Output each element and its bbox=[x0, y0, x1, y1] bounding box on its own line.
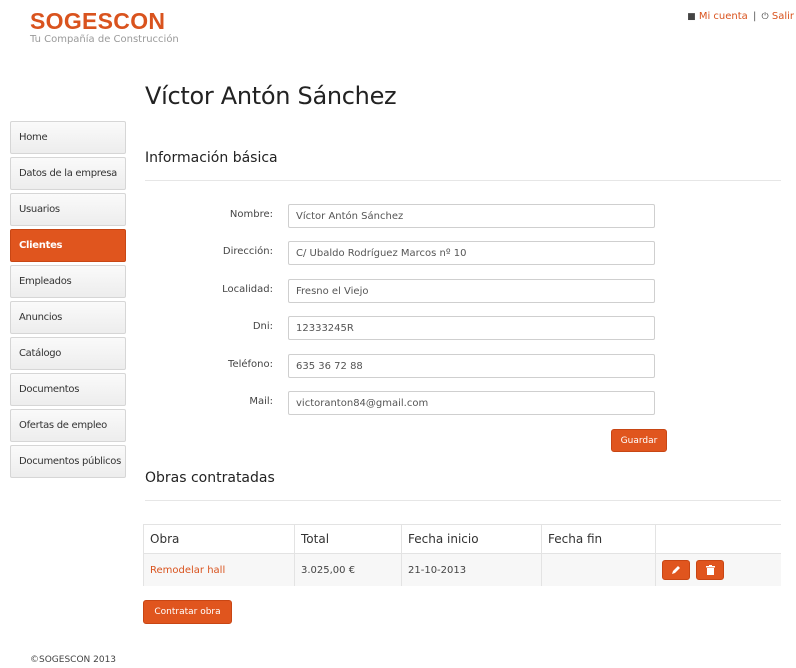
column-header-start-date: Fecha inicio bbox=[401, 524, 542, 554]
dni-field[interactable] bbox=[288, 316, 655, 340]
page-title: Víctor Antón Sánchez bbox=[145, 82, 397, 110]
table-row: Remodelar hall 3.025,00 € 21-10-2013 bbox=[143, 553, 781, 586]
my-account-link[interactable]: Mi cuenta bbox=[699, 11, 748, 22]
save-button[interactable]: Guardar bbox=[611, 429, 667, 452]
column-header-total: Total bbox=[294, 524, 402, 554]
column-header-actions bbox=[655, 524, 781, 554]
sidebar-item-company-data[interactable]: Datos de la empresa bbox=[10, 157, 126, 190]
name-field[interactable] bbox=[288, 204, 655, 228]
sidebar-item-documents[interactable]: Documentos bbox=[10, 373, 126, 406]
phone-field[interactable] bbox=[288, 354, 655, 378]
sidebar-item-catalog[interactable]: Catálogo bbox=[10, 337, 126, 370]
works-table: Obra Total Fecha inicio Fecha fin Remode… bbox=[143, 524, 781, 586]
sidebar-item-users[interactable]: Usuarios bbox=[10, 193, 126, 226]
separator: | bbox=[752, 11, 757, 22]
form-row-dni: Dni: bbox=[145, 316, 665, 340]
locality-field[interactable] bbox=[288, 279, 655, 303]
name-label: Nombre: bbox=[229, 209, 273, 220]
dni-label: Dni: bbox=[252, 321, 273, 332]
mail-field[interactable] bbox=[288, 391, 655, 415]
work-end-date bbox=[541, 553, 656, 586]
logout-link[interactable]: Salir bbox=[772, 11, 794, 22]
work-actions bbox=[655, 553, 781, 586]
contract-work-button[interactable]: Contratar obra bbox=[143, 600, 232, 624]
basic-info-title: Información básica bbox=[145, 150, 278, 166]
sidebar-item-job-offers[interactable]: Ofertas de empleo bbox=[10, 409, 126, 442]
form-row-phone: Teléfono: bbox=[145, 354, 665, 378]
pencil-icon bbox=[672, 566, 680, 574]
sidebar-item-home[interactable]: Home bbox=[10, 121, 126, 154]
form-row-locality: Localidad: bbox=[145, 279, 665, 303]
brand-logo[interactable]: SOGESCON bbox=[30, 8, 179, 35]
brand: SOGESCON Tu Compañía de Construcción bbox=[30, 8, 179, 45]
address-field[interactable] bbox=[288, 241, 655, 265]
sidebar-item-ads[interactable]: Anuncios bbox=[10, 301, 126, 334]
delete-button[interactable] bbox=[696, 560, 725, 580]
divider bbox=[145, 500, 781, 501]
sidebar: Home Datos de la empresa Usuarios Client… bbox=[10, 121, 126, 481]
mail-label: Mail: bbox=[249, 396, 273, 407]
column-header-end-date: Fecha fin bbox=[541, 524, 656, 554]
work-start-date: 21-10-2013 bbox=[401, 553, 542, 586]
account-bar: ■ Mi cuenta | ⏻ Salir bbox=[687, 11, 794, 22]
brand-tagline: Tu Compañía de Construcción bbox=[30, 34, 179, 45]
work-total: 3.025,00 € bbox=[294, 553, 402, 586]
table-header-row: Obra Total Fecha inicio Fecha fin bbox=[143, 524, 781, 554]
user-icon: ■ bbox=[687, 12, 696, 22]
works-title: Obras contratadas bbox=[145, 470, 275, 486]
sidebar-item-public-documents[interactable]: Documentos públicos bbox=[10, 445, 126, 478]
sidebar-item-employees[interactable]: Empleados bbox=[10, 265, 126, 298]
column-header-obra: Obra bbox=[143, 524, 295, 554]
phone-label: Teléfono: bbox=[228, 359, 273, 370]
form-row-mail: Mail: bbox=[145, 391, 665, 415]
divider bbox=[145, 180, 781, 181]
edit-button[interactable] bbox=[662, 560, 690, 580]
work-name-link[interactable]: Remodelar hall bbox=[143, 553, 295, 586]
sidebar-item-clients[interactable]: Clientes bbox=[10, 229, 126, 262]
form-row-address: Dirección: bbox=[145, 241, 665, 265]
address-label: Dirección: bbox=[222, 246, 273, 257]
trash-icon bbox=[705, 565, 715, 575]
form-row-name: Nombre: bbox=[145, 204, 665, 228]
power-icon: ⏻ bbox=[761, 12, 769, 22]
locality-label: Localidad: bbox=[222, 284, 273, 295]
footer-copyright: ©SOGESCON 2013 bbox=[30, 655, 117, 665]
